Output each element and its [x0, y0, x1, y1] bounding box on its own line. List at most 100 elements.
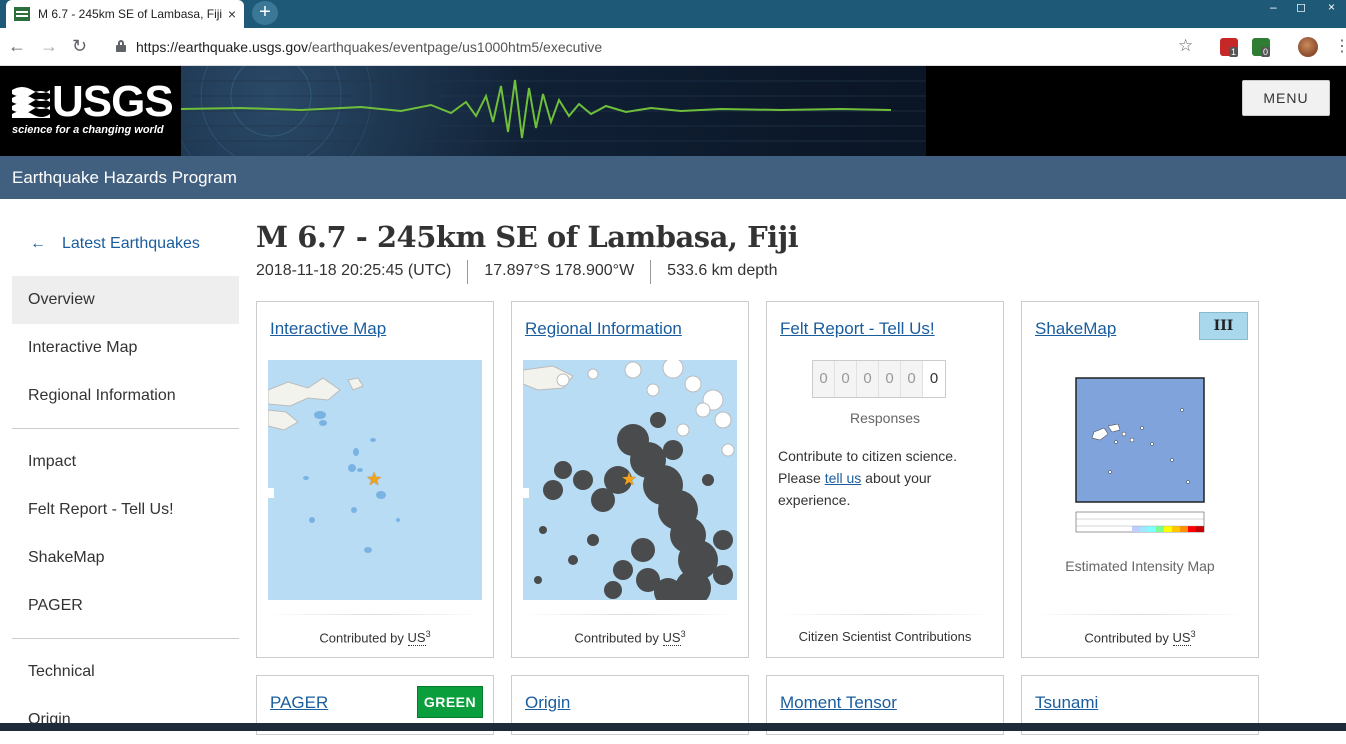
sidebar-divider	[12, 638, 239, 639]
epicenter-star-icon: ★	[621, 469, 638, 489]
contributor-abbr: US	[407, 630, 426, 647]
citizen-contributions-label: Citizen Scientist Contributions	[798, 629, 972, 644]
profile-avatar[interactable]	[1298, 37, 1318, 57]
contributor-abbr: US	[662, 630, 681, 647]
counter-digit: 0	[879, 361, 901, 397]
maximize-icon[interactable]: ◻	[1296, 0, 1306, 14]
sidebar-item-felt-report[interactable]: Felt Report - Tell Us!	[12, 486, 239, 534]
browser-menu-icon[interactable]: ⋮	[1334, 36, 1346, 56]
origin-link[interactable]: Origin	[525, 693, 570, 713]
sidebar-item-regional-information[interactable]: Regional Information	[12, 372, 239, 420]
program-title[interactable]: Earthquake Hazards Program	[12, 168, 237, 188]
sidebar-item-pager[interactable]: PAGER	[12, 582, 239, 630]
contributed-by-label: Contributed by	[319, 630, 404, 646]
shakemap-link[interactable]: ShakeMap	[1035, 319, 1116, 339]
meta-divider	[650, 260, 652, 284]
event-depth: 533.6 km depth	[667, 262, 778, 279]
address-bar: ← → ↻ https://earthquake.usgs.gov/earthq…	[0, 28, 1346, 66]
extension-badge: 0	[1261, 47, 1271, 57]
forward-arrow-icon[interactable]: →	[40, 36, 58, 57]
sidebar-item-shakemap[interactable]: ShakeMap	[12, 534, 239, 582]
contributor-abbr: US	[1172, 630, 1191, 647]
tab-close-icon[interactable]: ×	[228, 6, 236, 22]
counter-digit: 0	[835, 361, 857, 397]
card-divider	[777, 614, 993, 615]
url-path: /earthquakes/eventpage/us1000htm5/execut…	[308, 39, 603, 55]
felt-report-link[interactable]: Felt Report - Tell Us!	[780, 319, 935, 339]
event-time: 2018-11-18 20:25:45 (UTC)	[256, 262, 452, 279]
meta-divider	[467, 260, 469, 284]
contributor-sup: 3	[425, 629, 431, 639]
usgs-favicon-icon	[14, 7, 30, 21]
sidebar-item-origin[interactable]: Origin	[12, 696, 239, 744]
interactive-map-card: Interactive Map ★ Contributed by US3	[256, 301, 494, 658]
responses-label: Responses	[849, 410, 921, 426]
event-sidebar: ← Latest Earthquakes Overview Interactiv…	[12, 224, 239, 744]
interactive-map-link[interactable]: Interactive Map	[270, 319, 386, 339]
card-contributor: Contributed by US3	[257, 629, 493, 647]
sidebar-item-interactive-map[interactable]: Interactive Map	[12, 324, 239, 372]
sidebar-item-overview[interactable]: Overview	[12, 276, 239, 324]
window-close-icon[interactable]: ×	[1328, 0, 1335, 14]
felt-description: Contribute to citizen science. Please te…	[778, 445, 994, 511]
tab-title: M 6.7 - 245km SE of Lambasa, Fiji	[38, 7, 222, 21]
moment-tensor-link[interactable]: Moment Tensor	[780, 693, 897, 713]
shakemap-graphic	[1075, 377, 1205, 533]
usgs-waves-icon	[12, 87, 50, 118]
sidebar-item-technical[interactable]: Technical	[12, 648, 239, 696]
minimize-icon[interactable]: ‒	[1270, 0, 1277, 14]
shakemap-caption: Estimated Intensity Map	[1065, 558, 1215, 574]
event-location: 17.897°S 178.900°W	[484, 262, 635, 279]
latest-earthquakes-link[interactable]: ← Latest Earthquakes	[12, 224, 239, 264]
bookmark-star-icon[interactable]: ☆	[1178, 36, 1193, 56]
card-divider	[1032, 614, 1248, 615]
event-summary: 2018-11-18 20:25:45 (UTC) 17.897°S 178.9…	[256, 260, 777, 284]
usgs-logo-text: USGS	[52, 77, 174, 126]
pager-link[interactable]: PAGER	[270, 693, 328, 713]
shakemap-card: ShakeMap III Estimated Intensity Map Con…	[1021, 301, 1259, 658]
card-divider	[267, 614, 483, 615]
card-contributor: Contributed by US3	[1022, 629, 1258, 647]
seismogram-banner	[170, 66, 926, 156]
interactive-map-thumbnail[interactable]: ★	[268, 360, 482, 600]
url-field[interactable]: https://earthquake.usgs.gov/earthquakes/…	[136, 39, 602, 55]
back-arrow-icon: ←	[30, 235, 46, 252]
adblock-extension-icon[interactable]: 1	[1220, 38, 1239, 57]
sidebar-item-impact[interactable]: Impact	[12, 438, 239, 486]
contributed-by-label: Contributed by	[1084, 630, 1169, 646]
regional-information-link[interactable]: Regional Information	[525, 319, 682, 339]
browser-tab[interactable]: M 6.7 - 245km SE of Lambasa, Fiji ×	[6, 0, 244, 28]
mmi-intensity-badge: III	[1199, 312, 1248, 340]
tell-us-link[interactable]: tell us	[825, 470, 862, 486]
epicenter-star-icon: ★	[366, 469, 383, 489]
tsunami-link[interactable]: Tsunami	[1035, 693, 1098, 713]
shakemap-thumbnail[interactable]	[1072, 370, 1208, 542]
usgs-header: USGS science for a changing world MENU	[0, 66, 1346, 156]
os-taskbar	[0, 723, 1346, 731]
menu-button[interactable]: MENU	[1242, 80, 1330, 116]
latest-earthquakes-label: Latest Earthquakes	[62, 235, 200, 252]
extension-icon[interactable]: 0	[1252, 38, 1271, 57]
seismogram-trace	[170, 66, 926, 156]
new-tab-button[interactable]: +	[252, 1, 278, 25]
felt-response-counter: 0 0 0 0 0 0	[812, 360, 946, 398]
card-divider	[522, 614, 738, 615]
counter-digit: 0	[923, 361, 945, 397]
reload-icon[interactable]: ↻	[72, 36, 87, 57]
contributor-sup: 3	[680, 629, 686, 639]
sidebar-divider	[12, 428, 239, 429]
lock-icon	[116, 40, 126, 52]
usgs-tagline: science for a changing world	[12, 124, 164, 136]
counter-digit: 0	[857, 361, 879, 397]
counter-digit: 0	[901, 361, 923, 397]
event-title: M 6.7 - 245km SE of Lambasa, Fiji	[256, 220, 799, 254]
browser-tab-strip: M 6.7 - 245km SE of Lambasa, Fiji × + ‒ …	[0, 0, 1346, 28]
contributor-sup: 3	[1190, 629, 1196, 639]
regional-map-thumbnail[interactable]: ★	[523, 360, 737, 600]
contributed-by-label: Contributed by	[574, 630, 659, 646]
counter-digit: 0	[813, 361, 835, 397]
usgs-logo[interactable]: USGS science for a changing world	[12, 80, 174, 142]
regional-information-card: Regional Information ★ Contributed by US…	[511, 301, 749, 658]
back-arrow-icon[interactable]: ←	[8, 36, 26, 57]
pager-alert-badge: GREEN	[417, 686, 483, 718]
